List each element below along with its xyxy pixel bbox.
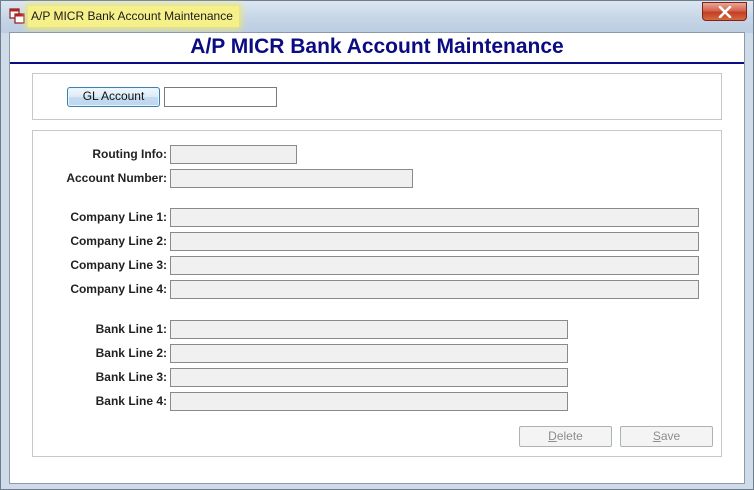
window-title: A/P MICR Bank Account Maintenance xyxy=(28,6,239,27)
bank-details-panel: Routing Info: Account Number: Company Li… xyxy=(32,130,722,457)
company-line-2-label: Company Line 2: xyxy=(70,234,167,248)
title-bar[interactable]: A/P MICR Bank Account Maintenance xyxy=(1,1,753,33)
bank-line-3-label: Bank Line 3: xyxy=(95,370,167,384)
delete-button-label: elete xyxy=(556,429,583,443)
close-icon xyxy=(718,6,732,18)
page-title: A/P MICR Bank Account Maintenance xyxy=(190,35,564,58)
bank-line-4-label: Bank Line 4: xyxy=(95,394,167,408)
routing-info-label: Routing Info: xyxy=(92,147,167,161)
bank-line-1-field[interactable] xyxy=(170,320,568,339)
header-divider xyxy=(10,62,744,64)
routing-info-field[interactable] xyxy=(170,145,297,164)
account-number-field[interactable] xyxy=(170,169,413,188)
delete-button-mnemonic: D xyxy=(548,429,557,443)
gl-account-panel: GL Account xyxy=(32,73,722,120)
bank-line-4-field[interactable] xyxy=(170,392,568,411)
bank-line-2-field[interactable] xyxy=(170,344,568,363)
bank-line-3-field[interactable] xyxy=(170,368,568,387)
save-button-label: ave xyxy=(660,429,681,443)
save-button-mnemonic: S xyxy=(652,429,661,443)
company-line-1-field[interactable] xyxy=(170,208,699,227)
gl-account-input[interactable] xyxy=(164,87,277,107)
app-window-icon xyxy=(9,8,25,24)
company-line-3-field[interactable] xyxy=(170,256,699,275)
bank-line-1-label: Bank Line 1: xyxy=(95,322,167,336)
account-number-label: Account Number: xyxy=(66,171,167,185)
bank-line-2-label: Bank Line 2: xyxy=(95,346,167,360)
app-window: A/P MICR Bank Account Maintenance A/P MI… xyxy=(0,0,754,490)
company-line-4-field[interactable] xyxy=(170,280,699,299)
company-line-3-label: Company Line 3: xyxy=(70,258,167,272)
close-button[interactable] xyxy=(702,2,747,21)
company-line-4-label: Company Line 4: xyxy=(70,282,167,296)
company-line-2-field[interactable] xyxy=(170,232,699,251)
save-button[interactable]: Save xyxy=(620,426,713,447)
gl-account-button[interactable]: GL Account xyxy=(67,87,160,107)
company-line-1-label: Company Line 1: xyxy=(70,210,167,224)
delete-button[interactable]: Delete xyxy=(519,426,612,447)
client-area: A/P MICR Bank Account Maintenance GL Acc… xyxy=(9,32,745,484)
